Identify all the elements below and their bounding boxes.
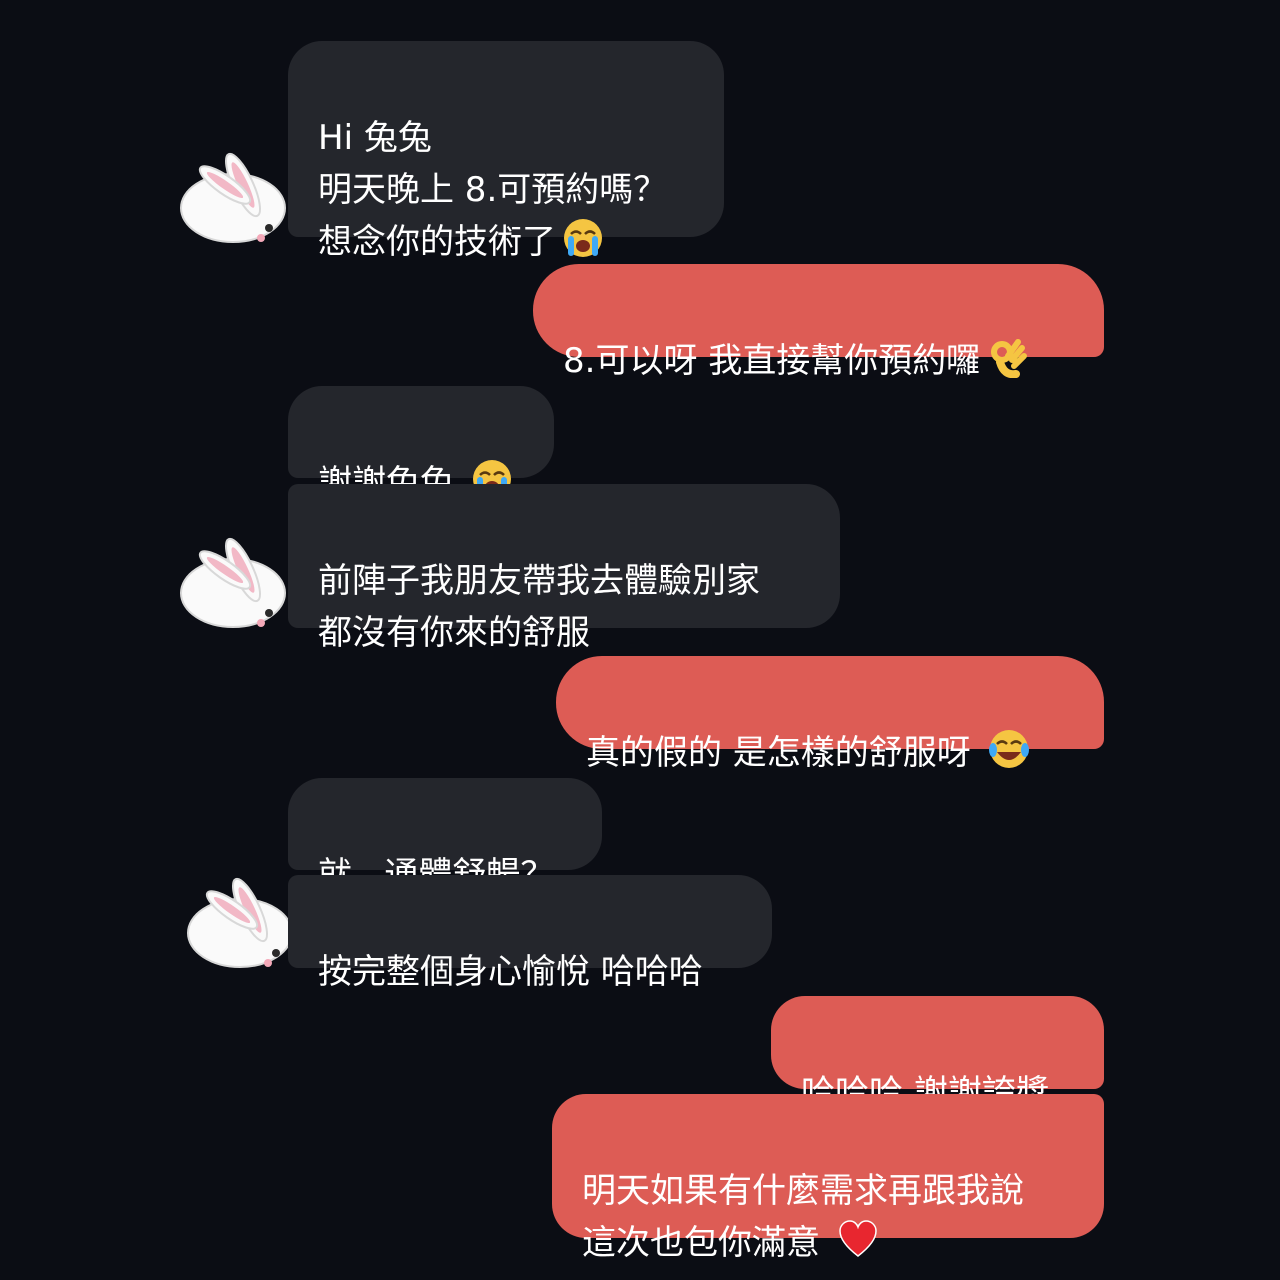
message-text: 按完整個身心愉悅 哈哈哈 bbox=[318, 952, 703, 992]
rabbit-avatar-icon[interactable] bbox=[165, 525, 295, 645]
sent-message[interactable]: 哈哈哈 謝謝誇獎 bbox=[771, 996, 1104, 1113]
message-text: Hi 兔兔 明天晚上 8.可預約嗎？ 想念你的技術了 bbox=[318, 118, 668, 262]
received-message[interactable]: 就...通體舒暢？ bbox=[288, 778, 602, 895]
sent-message[interactable]: 8.可以呀 我直接幫你預約囉 bbox=[533, 264, 1104, 381]
message-text: 真的假的 是怎樣的舒服呀 bbox=[586, 733, 982, 773]
red-heart-icon bbox=[837, 1218, 879, 1275]
rabbit-avatar-icon[interactable] bbox=[165, 140, 295, 260]
received-message[interactable]: Hi 兔兔 明天晚上 8.可預約嗎？ 想念你的技術了 bbox=[288, 41, 724, 262]
received-message[interactable]: 按完整個身心愉悅 哈哈哈 bbox=[288, 875, 772, 992]
sent-message[interactable]: 真的假的 是怎樣的舒服呀 bbox=[556, 656, 1104, 773]
message-text: 明天如果有什麼需求再跟我說 這次也包你滿意 bbox=[582, 1171, 1024, 1263]
tears-of-joy-face-icon bbox=[988, 728, 1030, 785]
rabbit-avatar-icon[interactable] bbox=[172, 865, 302, 985]
chat-thread: Hi 兔兔 明天晚上 8.可預約嗎？ 想念你的技術了 8.可以呀 我直接幫你預約… bbox=[0, 0, 1280, 1280]
message-text: 前陣子我朋友帶我去體驗別家 都沒有你來的舒服 bbox=[318, 561, 760, 653]
message-text: 8.可以呀 我直接幫你預約囉 bbox=[563, 341, 981, 381]
received-message[interactable]: 前陣子我朋友帶我去體驗別家 都沒有你來的舒服 bbox=[288, 484, 840, 653]
ok-hand-icon bbox=[986, 336, 1028, 393]
received-message[interactable]: 謝謝兔兔 bbox=[288, 386, 554, 503]
sent-message[interactable]: 明天如果有什麼需求再跟我說 這次也包你滿意 bbox=[552, 1094, 1104, 1263]
